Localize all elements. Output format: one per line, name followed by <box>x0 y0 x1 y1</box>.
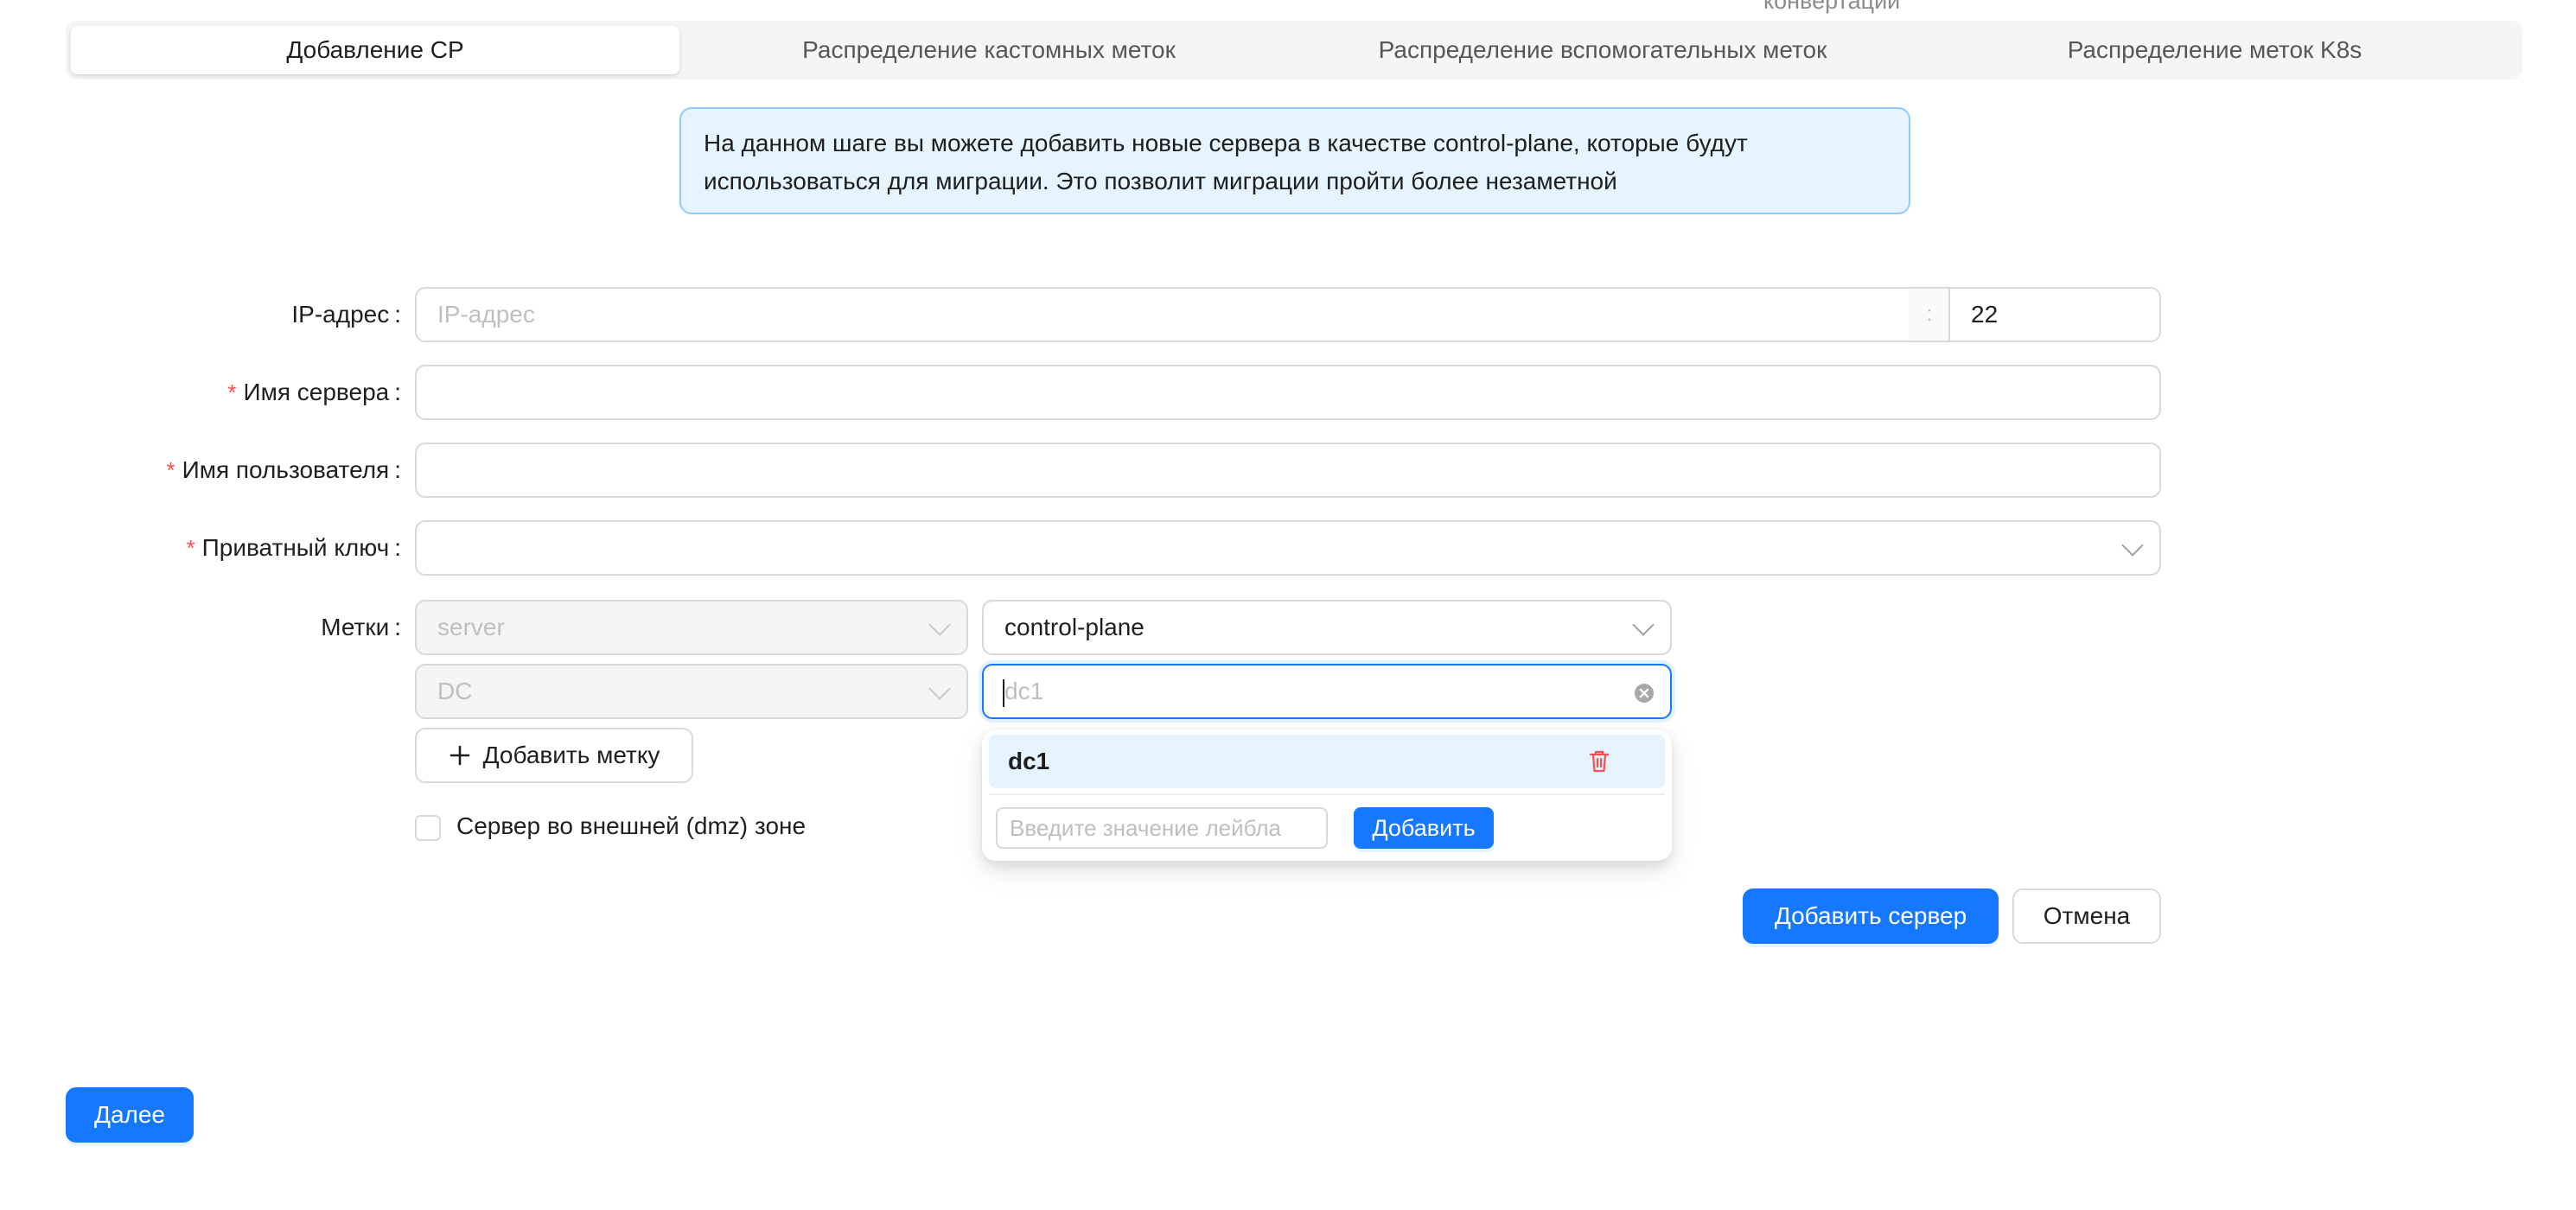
steps-segmented-control: Добавление CP Распределение кастомных ме… <box>66 21 2522 80</box>
add-label-value-button[interactable]: Добавить <box>1354 807 1494 849</box>
chevron-down-icon <box>1632 614 1655 636</box>
clear-icon[interactable] <box>1634 683 1655 704</box>
label-key-select-2[interactable]: DC <box>415 664 968 719</box>
info-alert-text: На данном шаге вы можете добавить новые … <box>704 130 1748 194</box>
label-key-select-1[interactable]: server <box>415 600 968 655</box>
required-mark: * <box>227 379 237 405</box>
dropdown-option-label: dc1 <box>1008 748 1050 774</box>
username-label: * Имя пользователя: <box>166 443 401 498</box>
new-label-value-input[interactable]: Введите значение лейбла <box>996 807 1328 849</box>
labels-label-text: Метки <box>321 614 390 640</box>
label-colon: : <box>394 301 401 328</box>
server-name-label: * Имя сервера: <box>227 365 401 420</box>
chevron-down-icon <box>928 678 951 700</box>
ip-address-input[interactable]: IP-адрес <box>415 287 1910 342</box>
private-key-select[interactable] <box>415 520 2161 576</box>
labels-label: Метки: <box>321 600 401 655</box>
tab-k8s-labels[interactable]: Распределение меток K8s <box>1912 26 2517 74</box>
private-key-label: * Приватный ключ: <box>187 520 401 576</box>
tab-custom-labels[interactable]: Распределение кастомных меток <box>685 26 1293 74</box>
text-caret <box>1003 679 1004 707</box>
label-value-select-2[interactable]: dc1 <box>982 664 1672 719</box>
label-colon: : <box>394 614 401 640</box>
info-alert: На данном шаге вы можете добавить новые … <box>679 107 1910 214</box>
add-server-button[interactable]: Добавить сервер <box>1743 888 1999 944</box>
required-mark: * <box>166 456 175 483</box>
add-label-button-text: Добавить метку <box>482 742 660 768</box>
server-name-label-text: Имя сервера <box>243 379 390 405</box>
dropdown-divider <box>989 793 1665 795</box>
tab-add-cp[interactable]: Добавление CP <box>71 26 679 74</box>
dropdown-option-dc1[interactable]: dc1 <box>989 735 1665 788</box>
label-colon: : <box>394 534 401 561</box>
server-name-input[interactable] <box>415 365 2161 420</box>
ip-address-label-text: IP-адрес <box>291 301 390 328</box>
label-value-select-1[interactable]: control-plane <box>982 600 1672 655</box>
ip-address-label: IP-адрес: <box>291 287 401 342</box>
label-key-value: DC <box>437 678 473 704</box>
required-mark: * <box>186 534 195 561</box>
tab-auxiliary-labels[interactable]: Распределение вспомогательных меток <box>1298 26 1907 74</box>
dmz-checkbox-label[interactable]: Сервер во внешней (dmz) зоне <box>456 812 806 840</box>
private-key-label-text: Приватный ключ <box>201 534 390 561</box>
username-input[interactable] <box>415 443 2161 498</box>
plus-icon <box>450 745 469 766</box>
port-separator: : <box>1909 287 1950 342</box>
label-colon: : <box>394 456 401 483</box>
label-key-value: server <box>437 614 505 640</box>
label-value-text: control-plane <box>1004 614 1145 640</box>
dmz-checkbox[interactable] <box>415 815 441 841</box>
label-value-placeholder: dc1 <box>1004 678 1044 704</box>
port-input[interactable]: 22 <box>1948 287 2161 342</box>
add-label-button[interactable]: Добавить метку <box>415 728 693 783</box>
cancel-button[interactable]: Отмена <box>2012 888 2161 944</box>
username-label-text: Имя пользователя <box>182 456 390 483</box>
label-colon: : <box>394 379 401 405</box>
chevron-down-icon <box>928 614 951 636</box>
label-value-dropdown: dc1 Введите значение лейбла Добавить <box>982 729 1672 861</box>
step-caption: конвертации <box>1763 0 1901 14</box>
next-button[interactable]: Далее <box>66 1087 194 1143</box>
delete-icon[interactable] <box>1588 749 1610 774</box>
chevron-down-icon <box>2121 534 2144 557</box>
